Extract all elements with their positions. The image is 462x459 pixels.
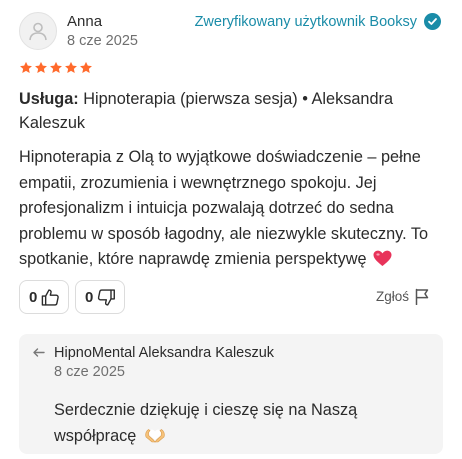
review-text: Hipnoterapia z Olą to wyjątkowe doświadc… [19, 145, 447, 276]
user-icon [29, 22, 47, 41]
reply-text-content: Serdecznie dziękuję i cieszę się na Nasz… [54, 401, 358, 445]
star-icon [35, 61, 47, 74]
avatar [19, 12, 57, 50]
heart-hands-emoji-icon [145, 428, 165, 442]
service-label: Usługa: [19, 90, 79, 108]
verified-badge: Zweryfikowany użytkownik Booksy [195, 13, 441, 30]
star-rating [19, 61, 93, 75]
thumbs-up-icon [42, 288, 60, 306]
star-icon [80, 61, 92, 74]
star-icon [65, 61, 77, 74]
service-info: Usługa: Hipnoterapia (pierwsza sesja) • … [19, 87, 439, 135]
downvote-count: 0 [85, 288, 94, 306]
reply-text: Serdecznie dziękuję i cieszę się na Nasz… [54, 398, 424, 449]
review-text-content: Hipnoterapia z Olą to wyjątkowe doświadc… [19, 148, 429, 268]
thumbs-down-icon [98, 288, 116, 306]
reply-author: HipnoMental Aleksandra Kaleszuk [54, 345, 275, 361]
downvote-button[interactable]: 0 [75, 280, 125, 314]
star-icon [50, 61, 62, 74]
reply-arrow-icon [33, 348, 45, 357]
owner-reply: HipnoMental Aleksandra Kaleszuk 8 cze 20… [19, 334, 443, 454]
upvote-count: 0 [29, 288, 38, 306]
heart-emoji-icon [373, 250, 392, 276]
reply-date: 8 cze 2025 [54, 364, 125, 380]
upvote-button[interactable]: 0 [19, 280, 69, 314]
review-author: Anna [67, 13, 103, 30]
flag-icon [415, 288, 429, 305]
verified-label: Zweryfikowany użytkownik Booksy [194, 13, 417, 30]
report-label: Zgłoś [375, 289, 409, 304]
report-button[interactable]: Zgłoś [376, 288, 430, 305]
review-date: 8 cze 2025 [67, 33, 138, 49]
check-icon [424, 13, 441, 30]
star-icon [20, 61, 32, 74]
